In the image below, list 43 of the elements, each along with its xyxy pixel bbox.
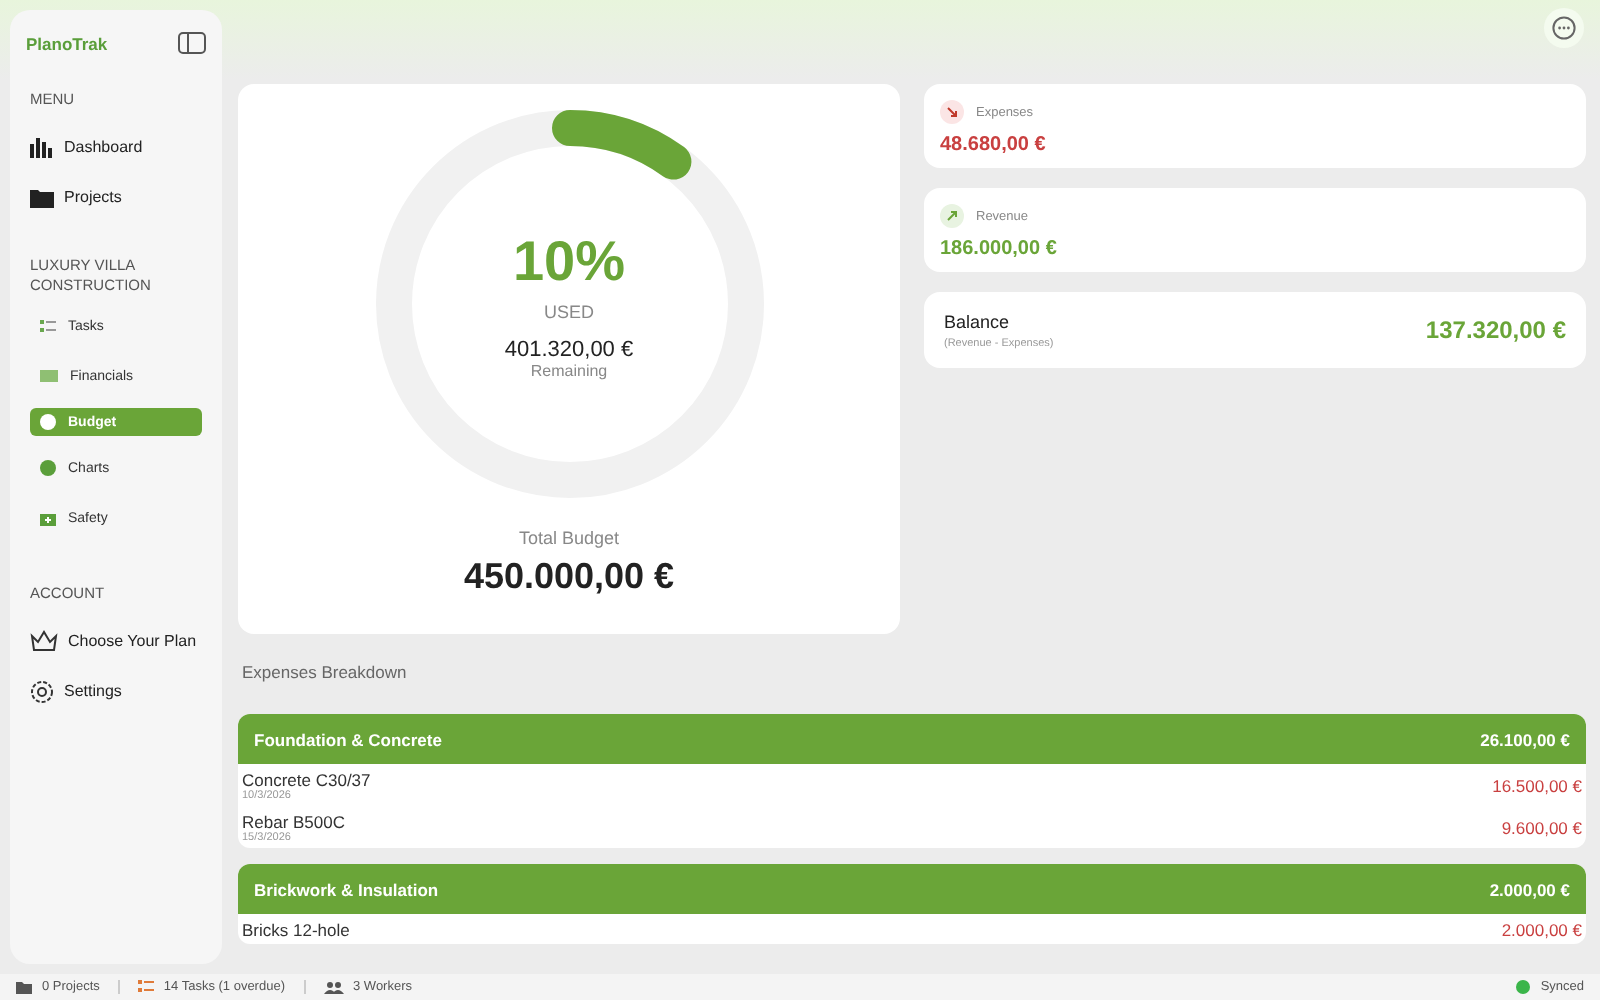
remaining-amount: 401.320,00 € (504, 337, 634, 361)
stat-value: 186.000,00 € (940, 238, 1059, 260)
nav-item[interactable]: Dashboard (30, 122, 202, 172)
list-icon (40, 319, 56, 333)
used-label: USED (543, 301, 594, 321)
stat-value: 48.680,00 € (940, 134, 1048, 156)
expense-amount: 16.500,00 € (1492, 776, 1582, 796)
expense-amount: 2.000,00 € (1501, 920, 1582, 940)
expense-name: Rebar B500C (242, 812, 346, 832)
expense-amount: 9.600,00 € (1501, 818, 1582, 838)
remaining-label: Remaining (530, 361, 608, 379)
people-icon (323, 981, 343, 993)
settings-icon (30, 679, 54, 703)
sidebar-toggle-icon[interactable] (178, 32, 206, 54)
group-name: Brickwork & Insulation (254, 879, 439, 899)
crown-icon (30, 630, 58, 652)
first-aid-icon (40, 511, 56, 525)
percent-used: 10% (512, 229, 626, 293)
total-budget-amount: 450.000,00 € (463, 556, 675, 598)
app-logo-text: PlanoTrak (26, 33, 108, 53)
group-name: Foundation & Concrete (254, 729, 442, 749)
cash-icon (40, 370, 58, 382)
balance-title: Balance (944, 311, 1012, 331)
section-title: Expenses Breakdown (242, 662, 409, 682)
more-button[interactable] (1544, 8, 1584, 48)
nav-item[interactable]: Settings (30, 666, 202, 716)
total-budget-label: Total Budget (518, 528, 620, 548)
nav-item[interactable]: Choose Your Plan (30, 616, 202, 666)
list-icon (137, 980, 154, 994)
bar-chart-icon (30, 137, 54, 157)
arrow-up-right-icon (940, 204, 964, 228)
balance-value: 137.320,00 € (1425, 316, 1566, 344)
group-total: 2.000,00 € (1489, 879, 1570, 899)
folder-icon (16, 981, 32, 993)
nav-item[interactable]: Projects (30, 172, 202, 222)
pie-chart-icon (40, 460, 56, 476)
folder-icon (30, 187, 54, 207)
arrow-down-right-icon (940, 100, 964, 124)
coin-icon (40, 414, 56, 430)
expense-name: Bricks 12-hole (242, 920, 350, 940)
progress-arc (551, 110, 691, 180)
expense-name: Concrete C30/37 (242, 770, 371, 790)
group-total: 26.100,00 € (1480, 729, 1570, 749)
